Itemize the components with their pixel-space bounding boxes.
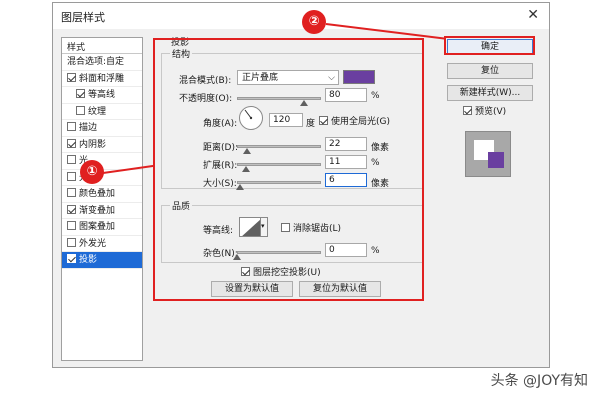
style-item[interactable]: 外发光	[62, 236, 142, 252]
style-item-checkbox[interactable]	[67, 204, 76, 214]
style-item-label: 内阴影	[79, 139, 107, 150]
new-style-button[interactable]: 新建样式(W)...	[447, 85, 533, 101]
annotation-box-1	[153, 38, 424, 301]
style-item-label: 斜面和浮雕	[79, 73, 125, 84]
style-item-checkbox[interactable]	[76, 89, 85, 98]
title-bar: 图层样式 ✕	[53, 3, 549, 29]
annotation-marker-2: ②	[302, 10, 326, 34]
style-item-checkbox[interactable]	[67, 72, 76, 82]
style-item[interactable]: 混合选项:自定	[62, 54, 142, 71]
style-item-label: 投影	[79, 255, 98, 265]
style-item-label: 外发光	[79, 238, 107, 249]
style-item[interactable]: 等高线	[62, 87, 142, 104]
style-item-label: 混合选项:自定	[67, 57, 125, 67]
style-item-checkbox[interactable]	[67, 155, 76, 164]
preview-checkbox[interactable]: 预览(V)	[463, 104, 506, 117]
style-item[interactable]: 投影	[62, 252, 142, 269]
style-item-checkbox[interactable]	[67, 254, 76, 263]
annotation-box-2	[444, 36, 535, 55]
style-item[interactable]: 纹理	[62, 104, 142, 120]
style-item[interactable]: 颜色叠加	[62, 186, 142, 203]
reset-button[interactable]: 复位	[447, 63, 533, 79]
preview-shadow-shape	[488, 152, 504, 168]
style-item-checkbox[interactable]	[67, 221, 76, 230]
close-icon[interactable]: ✕	[527, 7, 539, 23]
style-item-checkbox[interactable]	[67, 237, 76, 247]
style-item-checkbox[interactable]	[67, 171, 76, 181]
style-item-checkbox[interactable]	[67, 122, 76, 131]
style-item-checkbox[interactable]	[67, 188, 76, 197]
style-item[interactable]: 图案叠加	[62, 219, 142, 236]
styles-list-header: 样式	[62, 38, 142, 54]
styles-list: 样式 混合选项:自定斜面和浮雕等高线纹理描边内阴影光光泽颜色叠加渐变叠加图案叠加…	[61, 37, 143, 361]
dialog-title: 图层样式	[61, 11, 105, 24]
style-item-label: 描边	[79, 123, 98, 133]
style-item-checkbox[interactable]	[67, 138, 76, 148]
style-preview-thumbnail	[465, 131, 511, 177]
style-item[interactable]: 斜面和浮雕	[62, 71, 142, 87]
style-item-label: 渐变叠加	[79, 205, 116, 216]
style-item-label: 纹理	[88, 106, 107, 117]
style-item-label: 图案叠加	[79, 222, 116, 232]
style-item-label: 颜色叠加	[79, 189, 116, 199]
style-item-label: 等高线	[88, 90, 116, 100]
preview-check[interactable]	[463, 106, 472, 115]
style-item[interactable]: 渐变叠加	[62, 203, 142, 219]
style-item-checkbox[interactable]	[76, 105, 85, 115]
watermark-text: 头条 @JOY有知	[490, 373, 588, 389]
preview-label: 预览(V)	[475, 107, 507, 117]
annotation-marker-1: ①	[80, 160, 104, 184]
style-item[interactable]: 描边	[62, 120, 142, 137]
style-item[interactable]: 内阴影	[62, 137, 142, 153]
